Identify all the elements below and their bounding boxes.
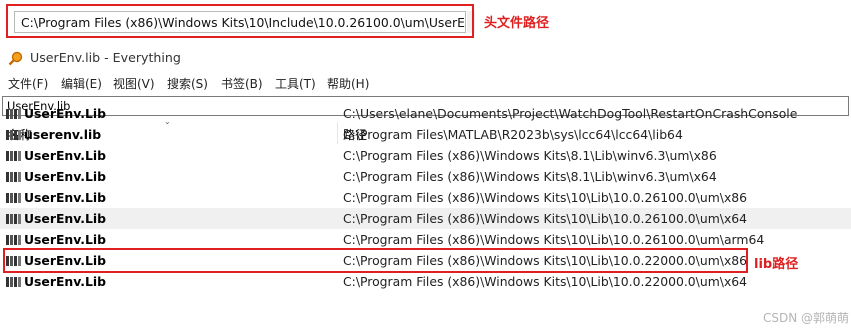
- file-name: userenv.lib: [24, 127, 102, 142]
- library-file-icon: [6, 277, 21, 287]
- table-row[interactable]: UserEnv.Lib C:\Users\elane\Documents\Proj…: [0, 103, 851, 124]
- table-row[interactable]: userenv.lib C:\Program Files\MATLAB\R2023…: [0, 124, 851, 145]
- library-file-icon: [6, 109, 21, 119]
- watermark: CSDN @郭萌萌: [763, 311, 850, 325]
- library-file-icon: [6, 172, 21, 182]
- highlight-box-header-path: [6, 4, 474, 38]
- menu-bookmarks[interactable]: 书签(B): [221, 75, 263, 92]
- menu-bar: 文件(F) 编辑(E) 视图(V) 搜索(S) 书签(B) 工具(T) 帮助(H…: [0, 73, 851, 93]
- file-path: C:\Program Files (x86)\Windows Kits\8.1\…: [343, 148, 717, 163]
- table-row[interactable]: UserEnv.Lib C:\Program Files (x86)\Window…: [0, 229, 851, 250]
- menu-help[interactable]: 帮助(H): [327, 75, 369, 92]
- file-name: UserEnv.Lib: [24, 169, 107, 184]
- library-file-icon: [6, 151, 21, 161]
- table-row[interactable]: UserEnv.Lib C:\Program Files (x86)\Window…: [0, 166, 851, 187]
- file-path: C:\Program Files\MATLAB\R2023b\sys\lcc64…: [343, 127, 683, 142]
- file-path: C:\Program Files (x86)\Windows Kits\10\L…: [343, 232, 765, 247]
- file-path: C:\Users\elane\Documents\Project\WatchDo…: [343, 106, 798, 121]
- file-name: UserEnv.Lib: [24, 190, 107, 205]
- title-bar: UserEnv.lib - Everything: [0, 46, 851, 72]
- file-name: UserEnv.Lib: [24, 274, 107, 289]
- top-explorer-strip: C:\Program Files (x86)\Windows Kits\10\I…: [0, 0, 851, 42]
- table-row[interactable]: UserEnv.Lib C:\Program Files (x86)\Window…: [0, 271, 851, 292]
- library-file-icon: [6, 130, 21, 140]
- file-name: UserEnv.Lib: [24, 211, 107, 226]
- window-title: UserEnv.lib - Everything: [30, 50, 181, 65]
- magnifier-icon: [8, 51, 23, 66]
- file-path: C:\Program Files (x86)\Windows Kits\8.1\…: [343, 169, 717, 184]
- annotation-lib-path: lib路径: [754, 257, 799, 272]
- table-row[interactable]: UserEnv.Lib C:\Program Files (x86)\Window…: [0, 187, 851, 208]
- menu-view[interactable]: 视图(V): [113, 75, 155, 92]
- menu-search[interactable]: 搜索(S): [167, 75, 208, 92]
- file-name: UserEnv.Lib: [24, 232, 107, 247]
- table-row[interactable]: UserEnv.Lib C:\Program Files (x86)\Window…: [0, 208, 851, 229]
- file-path: C:\Program Files (x86)\Windows Kits\10\L…: [343, 211, 748, 226]
- library-file-icon: [6, 235, 21, 245]
- file-path: C:\Program Files (x86)\Windows Kits\10\L…: [343, 274, 748, 289]
- menu-tools[interactable]: 工具(T): [275, 75, 316, 92]
- menu-file[interactable]: 文件(F): [8, 75, 48, 92]
- highlight-box-lib-path: [3, 248, 748, 273]
- library-file-icon: [6, 193, 21, 203]
- annotation-header-path: 头文件路径: [484, 16, 550, 31]
- table-row[interactable]: UserEnv.Lib C:\Program Files (x86)\Window…: [0, 145, 851, 166]
- file-name: UserEnv.Lib: [24, 148, 107, 163]
- menu-edit[interactable]: 编辑(E): [61, 75, 102, 92]
- library-file-icon: [6, 214, 21, 224]
- file-name: UserEnv.Lib: [24, 106, 107, 121]
- file-path: C:\Program Files (x86)\Windows Kits\10\L…: [343, 190, 748, 205]
